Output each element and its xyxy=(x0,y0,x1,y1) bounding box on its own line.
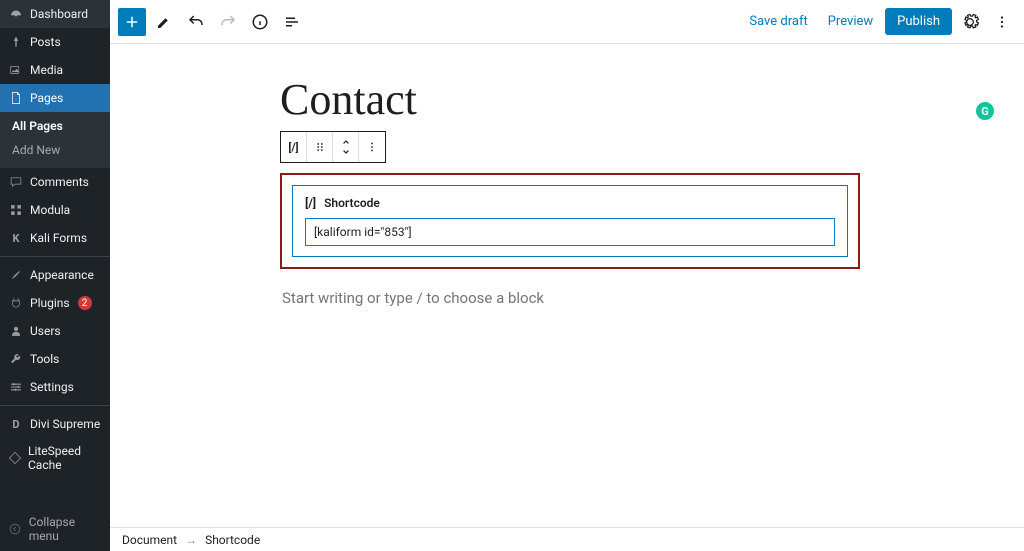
sidebar-item-modula[interactable]: Modula xyxy=(0,196,110,224)
sidebar-label: Appearance xyxy=(30,268,94,282)
submenu-item-all-pages[interactable]: All Pages xyxy=(0,114,110,138)
sidebar-label: Dashboard xyxy=(30,7,88,21)
plug-icon xyxy=(8,295,24,311)
drag-icon xyxy=(314,141,326,153)
save-draft-button[interactable]: Save draft xyxy=(741,8,815,35)
page-title[interactable]: Contact xyxy=(280,74,860,125)
dashboard-icon xyxy=(8,6,24,22)
k-icon: K xyxy=(8,230,24,246)
gear-icon xyxy=(960,12,980,32)
sidebar-label: Plugins xyxy=(30,296,70,310)
shortcode-icon: [/] xyxy=(305,196,316,210)
sidebar-item-pages[interactable]: Pages xyxy=(0,84,110,112)
grid-icon xyxy=(8,202,24,218)
divi-icon: D xyxy=(8,416,24,432)
sidebar-label: Pages xyxy=(30,91,63,105)
sidebar-label: Kali Forms xyxy=(30,231,87,245)
info-button[interactable] xyxy=(246,8,274,36)
plugins-badge: 2 xyxy=(78,296,92,310)
settings-button[interactable] xyxy=(956,8,984,36)
shortcode-icon: [/] xyxy=(288,141,298,154)
move-buttons[interactable] xyxy=(333,132,359,162)
sidebar-item-appearance[interactable]: Appearance xyxy=(0,261,110,289)
page-icon xyxy=(8,90,24,106)
block-type-button[interactable]: [/] xyxy=(281,132,307,162)
sidebar-item-tools[interactable]: Tools xyxy=(0,345,110,373)
sidebar-item-kaliforms[interactable]: K Kali Forms xyxy=(0,224,110,252)
breadcrumb-root[interactable]: Document xyxy=(122,533,177,547)
sidebar-item-users[interactable]: Users xyxy=(0,317,110,345)
sidebar-label: Posts xyxy=(30,35,61,49)
shortcode-input[interactable] xyxy=(305,218,835,246)
sliders-icon xyxy=(8,379,24,395)
block-breadcrumb: Document → Shortcode xyxy=(110,527,1024,551)
user-icon xyxy=(8,323,24,339)
sidebar-label: Modula xyxy=(30,203,70,217)
block-header: [/] Shortcode xyxy=(305,196,835,210)
block-more-button[interactable] xyxy=(359,132,385,162)
sidebar-item-dashboard[interactable]: Dashboard xyxy=(0,0,110,28)
editor-topbar: Save draft Preview Publish xyxy=(110,0,1024,44)
comment-icon xyxy=(8,174,24,190)
sidebar-label: Divi Supreme xyxy=(30,417,100,431)
sidebar-item-settings[interactable]: Settings xyxy=(0,373,110,401)
sidebar-item-litespeed[interactable]: LiteSpeed Cache xyxy=(0,438,110,478)
sidebar-label: LiteSpeed Cache xyxy=(28,444,102,472)
editor-main: Save draft Preview Publish G Contact [/] xyxy=(110,0,1024,551)
more-options-button[interactable] xyxy=(988,8,1016,36)
sidebar-item-media[interactable]: Media xyxy=(0,56,110,84)
collapse-label: Collapse menu xyxy=(29,515,102,543)
drag-handle[interactable] xyxy=(307,132,333,162)
grammarly-icon[interactable]: G xyxy=(976,102,994,120)
submenu-item-add-new[interactable]: Add New xyxy=(0,138,110,162)
litespeed-icon xyxy=(8,450,22,466)
list-icon xyxy=(283,13,301,31)
block-toolbar: [/] xyxy=(280,131,386,163)
collapse-icon xyxy=(8,521,23,537)
chevron-right-icon: → xyxy=(185,533,197,547)
redo-button[interactable] xyxy=(214,8,242,36)
brush-icon xyxy=(8,267,24,283)
sidebar-submenu-pages: All Pages Add New xyxy=(0,112,110,168)
outline-button[interactable] xyxy=(278,8,306,36)
info-icon xyxy=(251,13,269,31)
pin-icon xyxy=(8,34,24,50)
add-block-button[interactable] xyxy=(118,8,146,36)
media-icon xyxy=(8,62,24,78)
sidebar-label: Users xyxy=(30,324,61,338)
new-block-placeholder[interactable]: Start writing or type / to choose a bloc… xyxy=(280,285,860,311)
undo-button[interactable] xyxy=(182,8,210,36)
plus-icon xyxy=(123,13,141,31)
dots-vertical-icon xyxy=(993,13,1011,31)
sidebar-label: Settings xyxy=(30,380,74,394)
preview-button[interactable]: Preview xyxy=(820,8,881,35)
sidebar-label: Tools xyxy=(30,352,59,366)
editor-canvas[interactable]: G Contact [/] xyxy=(110,44,1024,527)
admin-sidebar: Dashboard Posts Media Pages All Pages Ad… xyxy=(0,0,110,551)
up-down-icon xyxy=(340,138,352,156)
sidebar-item-plugins[interactable]: Plugins 2 xyxy=(0,289,110,317)
sidebar-label: Media xyxy=(30,63,63,77)
publish-button[interactable]: Publish xyxy=(885,8,952,35)
dots-vertical-icon xyxy=(365,140,379,154)
breadcrumb-current[interactable]: Shortcode xyxy=(205,533,260,547)
redo-icon xyxy=(219,13,237,31)
wrench-icon xyxy=(8,351,24,367)
edit-mode-button[interactable] xyxy=(150,8,178,36)
sidebar-label: Comments xyxy=(30,175,89,189)
collapse-menu-button[interactable]: Collapse menu xyxy=(0,507,110,551)
pencil-icon xyxy=(155,13,173,31)
block-type-label: Shortcode xyxy=(324,196,380,210)
sidebar-item-divi[interactable]: D Divi Supreme xyxy=(0,410,110,438)
sidebar-item-comments[interactable]: Comments xyxy=(0,168,110,196)
undo-icon xyxy=(187,13,205,31)
sidebar-item-posts[interactable]: Posts xyxy=(0,28,110,56)
shortcode-block[interactable]: [/] Shortcode xyxy=(280,173,860,269)
